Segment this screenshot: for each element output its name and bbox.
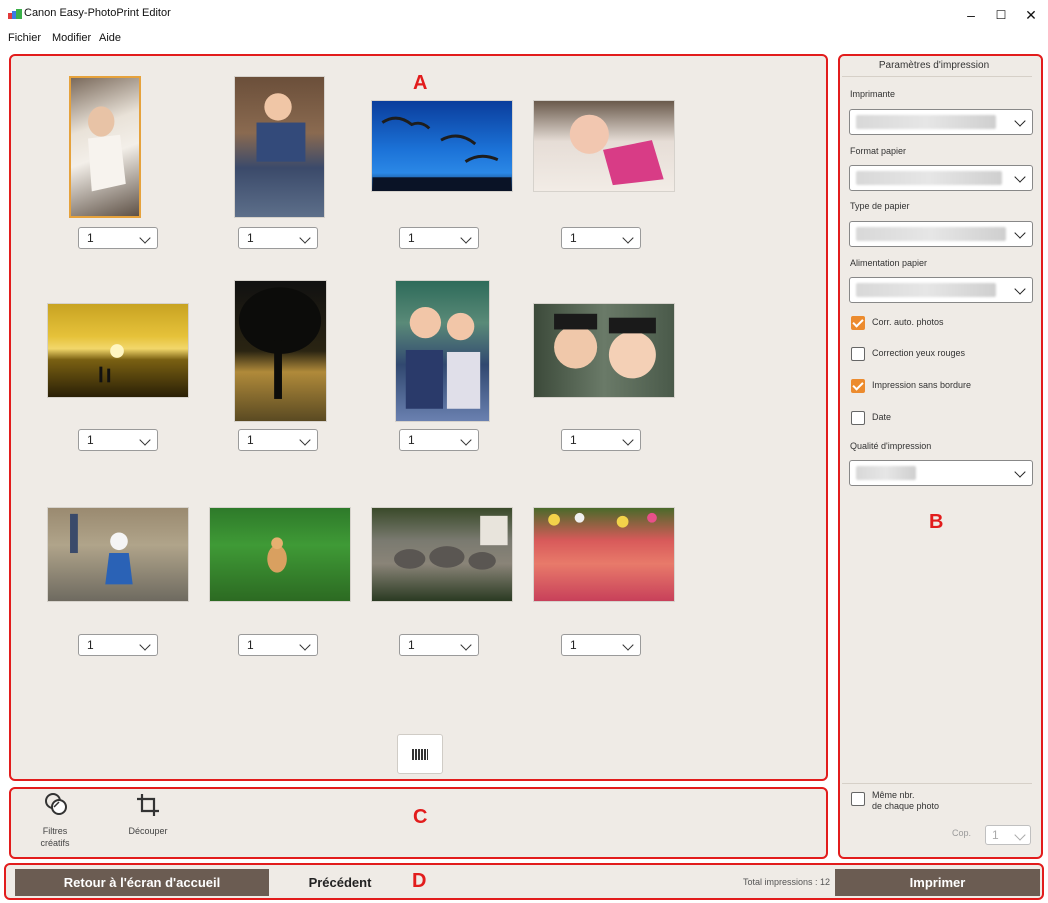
photo-thumbnail-girl-walking[interactable]: [47, 507, 189, 602]
photo-thumbnail-sunset-beach[interactable]: [47, 303, 189, 398]
title-bar: Canon Easy-PhotoPrint Editor – ☐ ✕: [0, 0, 1048, 30]
copies-select[interactable]: 1: [561, 227, 641, 249]
minimize-button[interactable]: –: [956, 4, 986, 26]
photo-thumbnail-two-girls[interactable]: [395, 280, 490, 422]
photo-thumbnail-seagulls[interactable]: [371, 100, 513, 192]
copies-select[interactable]: 1: [399, 227, 479, 249]
photo-thumbnail-baby-pink[interactable]: [533, 100, 675, 192]
photo-thumbnail-dog-grass[interactable]: [209, 507, 351, 602]
copies-all-select[interactable]: 1: [985, 825, 1031, 845]
chevron-down-icon: [1014, 283, 1026, 295]
chevron-down-icon: [1014, 115, 1026, 127]
copies-select[interactable]: 1: [399, 429, 479, 451]
previous-button[interactable]: Précédent: [275, 869, 405, 896]
home-button[interactable]: Retour à l'écran d'accueil: [15, 869, 269, 896]
barcode-icon: [412, 749, 428, 760]
print-quality-label: Qualité d'impression: [850, 441, 932, 451]
filters-icon[interactable]: [44, 792, 68, 816]
copies-select[interactable]: 1: [238, 227, 318, 249]
photo-thumbnail-elephants[interactable]: [371, 507, 513, 602]
copies-select[interactable]: 1: [78, 429, 158, 451]
copies-all-label: Cop.: [952, 828, 972, 838]
menu-edit[interactable]: Modifier: [52, 32, 91, 44]
total-prints-label: Total impressions : 12: [742, 877, 830, 887]
chevron-down-icon: [1014, 227, 1026, 239]
red-eye-checkbox[interactable]: [851, 347, 865, 361]
photo-thumbnail-tree-silhouette[interactable]: [234, 280, 327, 422]
region-label-a: A: [413, 72, 428, 94]
copies-select[interactable]: 1: [78, 634, 158, 656]
paper-source-label: Alimentation papier: [850, 258, 928, 268]
window-title: Canon Easy-PhotoPrint Editor: [24, 7, 171, 19]
chevron-down-icon: [1014, 466, 1026, 478]
paper-type-label: Type de papier: [850, 201, 910, 211]
same-count-checkbox[interactable]: [851, 792, 865, 806]
paper-source-select[interactable]: [849, 277, 1033, 303]
copies-select[interactable]: 1: [238, 429, 318, 451]
copies-select[interactable]: 1: [561, 634, 641, 656]
copies-select[interactable]: 1: [78, 227, 158, 249]
crop-icon[interactable]: [135, 792, 161, 818]
chevron-down-icon: [1014, 171, 1026, 183]
panel-divider: [842, 783, 1032, 784]
paper-size-select[interactable]: [849, 165, 1033, 191]
photo-thumbnail-flowers[interactable]: [533, 507, 675, 602]
region-label-b: B: [929, 511, 944, 533]
date-checkbox[interactable]: [851, 411, 865, 425]
region-label-d: D: [412, 870, 427, 892]
photo-thumbnail-siblings[interactable]: [234, 76, 325, 218]
region-label-c: C: [413, 806, 428, 828]
print-button[interactable]: Imprimer: [835, 869, 1040, 896]
print-settings-title: Paramètres d'impression: [878, 60, 990, 71]
copies-select[interactable]: 1: [238, 634, 318, 656]
photo-thumbnail-baby-sleeping[interactable]: [69, 76, 141, 218]
copies-select[interactable]: 1: [561, 429, 641, 451]
borderless-checkbox[interactable]: [851, 379, 865, 393]
printer-label: Imprimante: [850, 89, 896, 99]
crop-button-label[interactable]: Découper: [118, 825, 178, 837]
menu-file[interactable]: Fichier: [8, 32, 41, 44]
menu-bar: Fichier Modifier Aide: [0, 30, 1048, 48]
copies-select[interactable]: 1: [399, 634, 479, 656]
filters-button-label[interactable]: Filtres créatifs: [30, 825, 80, 849]
close-button[interactable]: ✕: [1016, 4, 1046, 26]
panel-divider: [842, 76, 1032, 77]
print-quality-select[interactable]: [849, 460, 1033, 486]
barcode-view-button[interactable]: [397, 734, 443, 774]
photo-thumbnail-kids-closeup[interactable]: [533, 303, 675, 398]
printer-select[interactable]: [849, 109, 1033, 135]
menu-help[interactable]: Aide: [99, 32, 121, 44]
paper-size-label: Format papier: [850, 146, 907, 156]
maximize-button[interactable]: ☐: [986, 4, 1016, 26]
app-logo-icon: [8, 9, 22, 19]
auto-correct-checkbox[interactable]: [851, 316, 865, 330]
paper-type-select[interactable]: [849, 221, 1033, 247]
